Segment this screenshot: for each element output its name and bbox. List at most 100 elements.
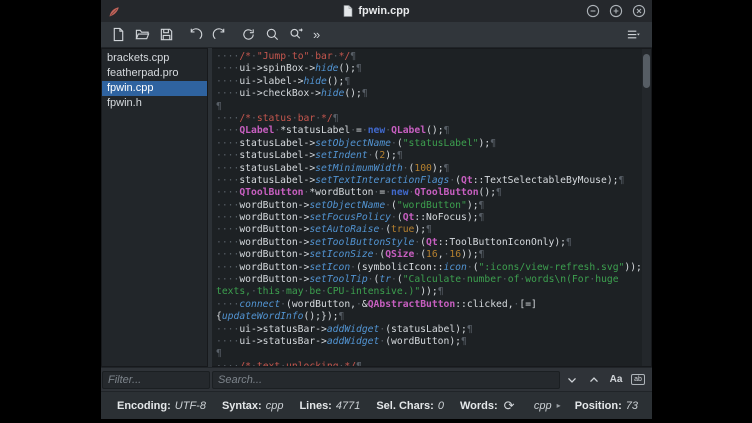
file-list-item[interactable]: fpwin.h bbox=[102, 96, 207, 111]
filter-cell bbox=[101, 370, 212, 389]
close-button[interactable] bbox=[632, 4, 646, 18]
syntax-status: Syntax: cpp bbox=[222, 400, 284, 412]
statusbar: Encoding: UTF-8 Syntax: cpp Lines: 4771 … bbox=[101, 391, 652, 419]
code-line: ····ui->statusBar->addWidget·(wordButton… bbox=[216, 336, 642, 348]
code-line: ····QToolButton·*wordButton·=·new·QToolB… bbox=[216, 187, 642, 199]
window-controls bbox=[586, 4, 646, 18]
syntax-value: cpp bbox=[266, 400, 284, 412]
encoding-status: Encoding: UTF-8 bbox=[117, 400, 206, 412]
sel-chars-status: Sel. Chars: 0 bbox=[376, 400, 444, 412]
save-icon bbox=[159, 27, 174, 42]
code-line: ····/*·"Jump·to"·bar·*/¶ bbox=[216, 51, 642, 63]
document-icon bbox=[343, 5, 353, 17]
toolbar: » bbox=[101, 22, 652, 48]
code-line: ····ui->checkBox->hide();¶ bbox=[216, 88, 642, 100]
maximize-button[interactable] bbox=[609, 4, 623, 18]
code-line: texts,·this·may·be·CPU-intensive.)"));¶ bbox=[216, 286, 642, 298]
search-cell: Aa ab bbox=[212, 370, 652, 390]
new-file-icon bbox=[111, 27, 126, 42]
search-input[interactable] bbox=[212, 371, 560, 389]
chevron-down-icon bbox=[565, 373, 579, 387]
lines-status: Lines: 4771 bbox=[299, 400, 360, 412]
match-case-button[interactable]: Aa bbox=[606, 370, 626, 390]
encoding-label: Encoding: bbox=[117, 400, 171, 412]
file-list-item[interactable]: brackets.cpp bbox=[102, 51, 207, 66]
next-match-button[interactable] bbox=[562, 370, 582, 390]
code-line: {updateWordInfo();});¶ bbox=[216, 311, 642, 323]
code-line: ····statusLabel->setMinimumWidth·(100);¶ bbox=[216, 163, 642, 175]
sel-chars-label: Sel. Chars: bbox=[376, 400, 433, 412]
code-line: ····ui->spinBox->hide();¶ bbox=[216, 63, 642, 75]
code-line: ····connect·(wordButton,·&QAbstractButto… bbox=[216, 299, 642, 311]
code-line: ····QLabel·*statusLabel·=·new·QLabel();¶ bbox=[216, 125, 642, 137]
code-line: ····wordButton->setToolButtonStyle·(Qt::… bbox=[216, 237, 642, 249]
redo-icon bbox=[212, 27, 227, 42]
position-value: 73 bbox=[626, 400, 638, 412]
code-line: ····statusLabel->setIndent·(2);¶ bbox=[216, 150, 642, 162]
search-replace-icon bbox=[289, 27, 304, 42]
file-list: brackets.cppfeatherpad.profpwin.cppfpwin… bbox=[101, 48, 208, 367]
word-count-refresh-button[interactable]: ⟳ bbox=[504, 398, 515, 414]
sel-chars-value: 0 bbox=[438, 400, 444, 412]
code-line: ····statusLabel->setTextInteractionFlags… bbox=[216, 175, 642, 187]
titlebar: fpwin.cpp bbox=[101, 0, 652, 22]
code-line: ····wordButton->setIconSize·(QSize·(16,·… bbox=[216, 249, 642, 261]
open-folder-icon bbox=[135, 27, 150, 42]
inputs-row: Aa ab bbox=[101, 367, 652, 391]
toolbar-overflow-button[interactable]: » bbox=[309, 27, 324, 42]
open-file-button[interactable] bbox=[131, 24, 153, 46]
code-line: ····wordButton->setIcon·(symbolicIcon::i… bbox=[216, 262, 642, 274]
whole-word-icon: ab bbox=[631, 374, 645, 385]
code-line: ····wordButton->setToolTip·(tr·("Calcula… bbox=[216, 274, 642, 286]
lines-label: Lines: bbox=[299, 400, 331, 412]
save-button[interactable] bbox=[155, 24, 177, 46]
words-label: Words: bbox=[460, 400, 498, 412]
undo-icon bbox=[188, 27, 203, 42]
main-area: brackets.cppfeatherpad.profpwin.cppfpwin… bbox=[101, 48, 652, 367]
whole-words-button[interactable]: ab bbox=[628, 370, 648, 390]
scrollbar-thumb[interactable] bbox=[643, 54, 650, 88]
minimize-button[interactable] bbox=[586, 4, 600, 18]
app-feather-icon bbox=[108, 5, 120, 17]
code-line: ····wordButton->setObjectName·("wordButt… bbox=[216, 200, 642, 212]
position-label: Position: bbox=[575, 400, 622, 412]
editor-scrollbar[interactable] bbox=[642, 49, 651, 366]
code-line: ····ui->statusBar->addWidget·(statusLabe… bbox=[216, 324, 642, 336]
popup-arrow-icon: ▸ bbox=[557, 401, 561, 410]
code-line: ····/*·status·bar·*/¶ bbox=[216, 113, 642, 125]
window-title: fpwin.cpp bbox=[358, 5, 409, 17]
match-case-icon: Aa bbox=[610, 374, 623, 385]
sidebar: brackets.cppfeatherpad.profpwin.cppfpwin… bbox=[101, 48, 208, 367]
reload-button[interactable] bbox=[237, 24, 259, 46]
code-area[interactable]: ····/*·"Jump·to"·bar·*/¶····ui->spinBox-… bbox=[212, 49, 642, 366]
menu-button[interactable] bbox=[620, 24, 646, 46]
title-group: fpwin.cpp bbox=[343, 5, 409, 17]
reload-icon bbox=[241, 27, 256, 42]
syntax-label: Syntax: bbox=[222, 400, 262, 412]
filter-input[interactable] bbox=[102, 371, 210, 389]
encoding-value: UTF-8 bbox=[175, 400, 206, 412]
code-line: ····/*·text·unlocking·*/¶ bbox=[216, 361, 642, 366]
file-list-item[interactable]: featherpad.pro bbox=[102, 66, 207, 81]
code-line: ¶ bbox=[216, 348, 642, 360]
find-replace-button[interactable] bbox=[285, 24, 307, 46]
syntax-popup-button[interactable]: cpp bbox=[534, 400, 552, 412]
chevron-up-icon bbox=[587, 373, 601, 387]
find-button[interactable] bbox=[261, 24, 283, 46]
file-list-item[interactable]: fpwin.cpp bbox=[102, 81, 207, 96]
editor: ····/*·"Jump·to"·bar·*/¶····ui->spinBox-… bbox=[212, 48, 652, 367]
undo-button[interactable] bbox=[184, 24, 206, 46]
words-status: Words: ⟳ bbox=[460, 398, 515, 414]
statusbar-right: cpp ▸ Position: 73 bbox=[534, 400, 638, 412]
lines-value: 4771 bbox=[336, 400, 360, 412]
code-line: ¶ bbox=[216, 101, 642, 113]
code-line: ····statusLabel->setObjectName·("statusL… bbox=[216, 138, 642, 150]
code-line: ····wordButton->setAutoRaise·(true);¶ bbox=[216, 224, 642, 236]
previous-match-button[interactable] bbox=[584, 370, 604, 390]
new-file-button[interactable] bbox=[107, 24, 129, 46]
redo-button[interactable] bbox=[208, 24, 230, 46]
code-line: ····wordButton->setFocusPolicy·(Qt::NoFo… bbox=[216, 212, 642, 224]
featherpad-window: fpwin.cpp bbox=[101, 0, 652, 419]
search-icon bbox=[265, 27, 280, 42]
code-line: ····ui->label->hide();¶ bbox=[216, 76, 642, 88]
